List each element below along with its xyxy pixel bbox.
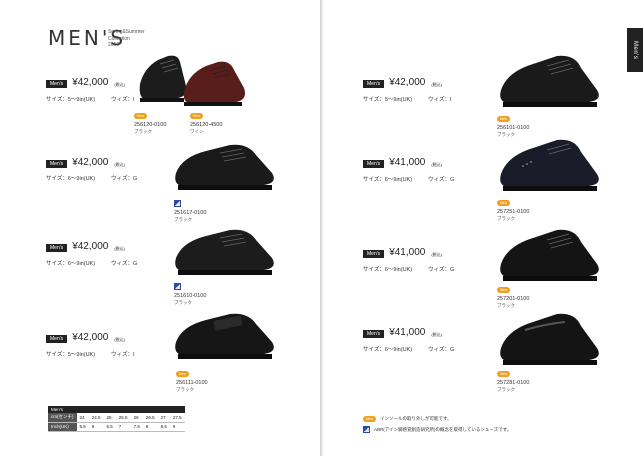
- size-table: Men's cm(センチ) 24 24.5 25 25.5 26 26.5 27…: [48, 406, 185, 432]
- shoe-image: [175, 144, 274, 190]
- size-range: サイズ：6〜9in(UK): [46, 261, 96, 267]
- table-row: cm(センチ) 24 24.5 25 25.5 26 26.5 27 27.5: [48, 413, 185, 423]
- shoe-image: [175, 229, 274, 275]
- tax-note: (税込): [431, 82, 443, 87]
- spec: サイズ：6〜9in(UK) ウィズ：G: [363, 345, 454, 353]
- price-row: Men's ¥42,000 (税込): [46, 78, 125, 88]
- price: ¥42,000: [72, 241, 109, 252]
- mens-tag: Men's: [46, 244, 68, 252]
- shoe-image: [500, 139, 599, 191]
- width-fit: ウィズ：G: [428, 267, 455, 273]
- tax-note: (税込): [114, 82, 126, 87]
- legend-note: New インソールの取り外しが可能です。: [363, 416, 452, 422]
- width-fit: ウィズ：G: [428, 177, 455, 183]
- spec: サイズ：5〜9in(UK) ウィズ：I: [363, 95, 452, 103]
- width-fit: ウィズ：G: [111, 176, 138, 182]
- mens-tag: Men's: [363, 330, 385, 338]
- table-row: Inch(UK) 5.5 6 6.5 7 7.5 8 8.5 9: [48, 422, 185, 432]
- note-text: ABR(アイン脚感覚創造研究所)の概念を取得しているシューズです。: [374, 426, 512, 432]
- legend-note: ABR(アイン脚感覚創造研究所)の概念を取得しているシューズです。: [363, 426, 511, 433]
- new-badge: New: [176, 371, 189, 377]
- size-table-header: Men's: [48, 406, 185, 413]
- shoe-image: [175, 313, 274, 359]
- abr-icon: [174, 200, 181, 207]
- spec: サイズ：6〜9in(UK) ウィズ：G: [363, 175, 454, 183]
- width-fit: ウィズ：I: [428, 97, 452, 103]
- size-range: サイズ：5〜9in(UK): [363, 97, 413, 103]
- price: ¥41,000: [389, 157, 426, 168]
- product-code: 256120-4500 ワイン: [190, 122, 223, 134]
- width-fit: ウィズ：I: [111, 97, 135, 103]
- mens-tag: Men's: [46, 160, 68, 168]
- spec: サイズ：6〜9in(UK) ウィズ：G: [46, 259, 137, 267]
- new-badge: New: [497, 200, 510, 206]
- tax-note: (税込): [431, 252, 443, 257]
- size-range: サイズ：5〜9in(UK): [46, 352, 96, 358]
- price-row: Men's ¥42,000 (税込): [46, 242, 125, 252]
- right-page: Men's Men's ¥42,000 (税込) サイズ：5〜9in(UK) ウ…: [323, 0, 643, 456]
- spec: サイズ：5〜9in(UK) ウィズ：I: [46, 350, 135, 358]
- shoe-image: [500, 55, 599, 107]
- left-page: MEN'S Spring&Summer Collection 2019 Men'…: [0, 0, 320, 456]
- price: ¥42,000: [72, 157, 109, 168]
- size-range: サイズ：6〜9in(UK): [46, 176, 96, 182]
- tax-note: (税込): [431, 332, 443, 337]
- spec: サイズ：6〜9in(UK) ウィズ：G: [363, 265, 454, 273]
- abr-icon: [174, 283, 181, 290]
- spec: サイズ：5〜9in(UK) ウィズ：I: [46, 95, 135, 103]
- tax-note: (税込): [431, 162, 443, 167]
- product-code: 257281-0100 ブラック: [497, 380, 530, 392]
- price-row: Men's ¥41,000 (税込): [363, 248, 442, 258]
- width-fit: ウィズ：G: [111, 261, 138, 267]
- new-badge: New: [363, 416, 376, 422]
- tax-note: (税込): [114, 337, 126, 342]
- size-range: サイズ：6〜9in(UK): [363, 177, 413, 183]
- product-code: 256111-0100 ブラック: [176, 380, 208, 392]
- section-tab: Men's: [627, 28, 643, 72]
- price: ¥41,000: [389, 247, 426, 258]
- mens-tag: Men's: [363, 80, 385, 88]
- new-badge: New: [497, 287, 510, 293]
- width-fit: ウィズ：I: [111, 352, 135, 358]
- price: ¥42,000: [72, 332, 109, 343]
- price-row: Men's ¥41,000 (税込): [363, 158, 442, 168]
- tax-note: (税込): [114, 246, 126, 251]
- price: ¥42,000: [389, 77, 426, 88]
- abr-icon: [363, 426, 370, 433]
- new-badge: New: [497, 371, 510, 377]
- price-row: Men's ¥42,000 (税込): [363, 78, 442, 88]
- spec: サイズ：6〜9in(UK) ウィズ：G: [46, 174, 137, 182]
- product-code: 256120-0100 ブラック: [134, 122, 167, 134]
- price-row: Men's ¥42,000 (税込): [46, 333, 125, 343]
- new-badge: New: [497, 116, 510, 122]
- price: ¥42,000: [72, 77, 109, 88]
- shoe-image: [183, 61, 245, 106]
- price: ¥41,000: [389, 327, 426, 338]
- shoe-image: [500, 229, 599, 281]
- size-range: サイズ：5〜9in(UK): [46, 97, 96, 103]
- new-badge: New: [190, 113, 203, 119]
- size-range: サイズ：6〜9in(UK): [363, 267, 413, 273]
- shoe-image: [500, 313, 599, 365]
- width-fit: ウィズ：G: [428, 347, 455, 353]
- price-row: Men's ¥42,000 (税込): [46, 158, 125, 168]
- price-row: Men's ¥41,000 (税込): [363, 328, 442, 338]
- note-text: インソールの取り外しが可能です。: [380, 416, 452, 421]
- size-range: サイズ：6〜9in(UK): [363, 347, 413, 353]
- new-badge: New: [134, 113, 147, 119]
- mens-tag: Men's: [363, 160, 385, 168]
- tax-note: (税込): [114, 162, 126, 167]
- mens-tag: Men's: [46, 335, 68, 343]
- mens-tag: Men's: [46, 80, 68, 88]
- mens-tag: Men's: [363, 250, 385, 258]
